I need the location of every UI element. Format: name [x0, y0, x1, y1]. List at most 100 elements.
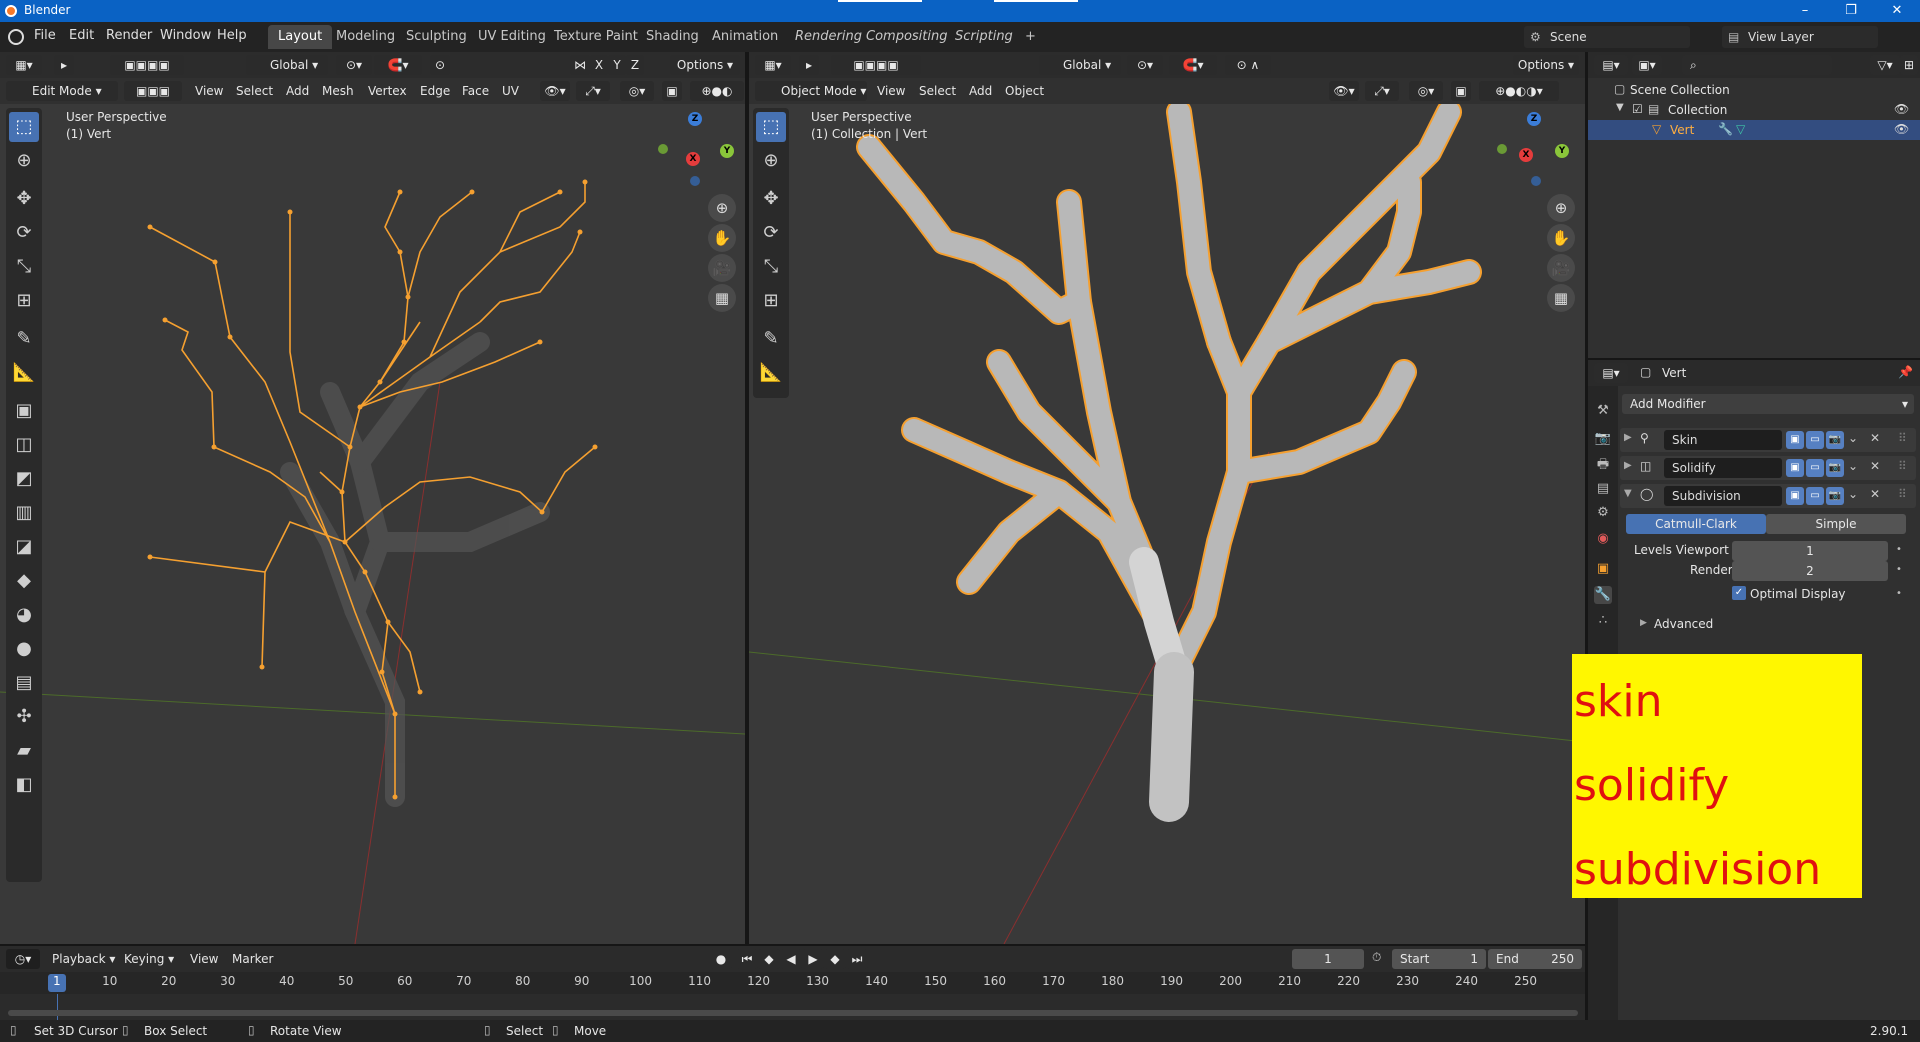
filter-icon[interactable]: ▽▾	[1870, 55, 1900, 75]
modifier-name-field[interactable]: Subdivision	[1664, 486, 1782, 506]
menu-vertex[interactable]: Vertex	[368, 84, 407, 98]
menu-view[interactable]: View	[877, 84, 905, 98]
axis-y-toggle[interactable]: Y	[608, 55, 626, 75]
editor-type-button[interactable]: ◷▾	[6, 949, 40, 969]
knife-tool-icon[interactable]: ◪	[9, 532, 39, 562]
menu-file[interactable]: File	[34, 28, 56, 43]
edit-mode-toggle-icon[interactable]: ▣	[1786, 487, 1804, 505]
tab-uv-editing[interactable]: UV Editing	[468, 25, 556, 49]
mesh-data-icon[interactable]: ▽	[1736, 122, 1745, 136]
scale-tool-icon[interactable]: ⤡	[9, 252, 39, 282]
move-tool-icon[interactable]: ✥	[756, 184, 786, 214]
menu-select[interactable]: Select	[919, 84, 956, 98]
maximize-button[interactable]: ❐	[1828, 0, 1874, 22]
left-3d-viewport[interactable]: ▦▾ ▸ ▣▣▣▣ Global ▾ ⊙▾ 🧲▾ ⊙ ⋈ X Y Z Optio…	[0, 52, 745, 944]
menu-object[interactable]: Object	[1005, 84, 1044, 98]
overlay-toggle-icon[interactable]: ◎▾	[1409, 81, 1443, 101]
eye-icon[interactable]: 👁	[1894, 102, 1909, 116]
dropdown-icon[interactable]: ⌄	[1848, 459, 1858, 473]
gizmo-toggle-icon[interactable]: ⤢▾	[576, 81, 610, 101]
keyframe-dot-icon[interactable]: •	[1896, 588, 1902, 599]
menu-edit[interactable]: Edit	[69, 28, 94, 43]
viewport-toggle-icon[interactable]: ▭	[1806, 487, 1824, 505]
world-tab-icon[interactable]: ◉	[1594, 530, 1612, 548]
edit-mode-toggle-icon[interactable]: ▣	[1786, 431, 1804, 449]
new-collection-icon[interactable]: ⊞	[1900, 55, 1918, 75]
gizmo-neg-z[interactable]	[1531, 176, 1541, 186]
advanced-subpanel-header[interactable]: Advanced	[1654, 617, 1713, 631]
rotate-tool-icon[interactable]: ⟳	[9, 218, 39, 248]
mode-dropdown[interactable]: Edit Mode ▾	[6, 81, 118, 101]
menu-view[interactable]: View	[195, 84, 223, 98]
add-modifier-dropdown[interactable]: Add Modifier ▾	[1622, 394, 1914, 414]
scene-tab-icon[interactable]: ⚙	[1594, 504, 1612, 522]
options-dropdown[interactable]: Options ▾	[670, 55, 740, 75]
menu-uv[interactable]: UV	[502, 84, 519, 98]
optimal-display-checkbox[interactable]: ✓	[1732, 586, 1746, 600]
display-mode-button[interactable]: ▣▾	[1632, 55, 1662, 75]
shrink-fatten-tool-icon[interactable]: ✣	[9, 702, 39, 732]
measure-tool-icon[interactable]: 📐	[756, 358, 786, 388]
outliner-row-vert[interactable]: ▽ Vert 🔧 ▽ 👁	[1588, 120, 1920, 140]
perspective-grid-icon[interactable]: ▦	[1547, 284, 1575, 312]
gizmo-neg-y[interactable]	[1497, 144, 1507, 154]
smooth-tool-icon[interactable]: ●	[9, 634, 39, 664]
keyframe-dot-icon[interactable]: •	[1896, 564, 1902, 575]
rotate-tool-icon[interactable]: ⟳	[756, 218, 786, 248]
levels-viewport-field[interactable]: 1	[1732, 541, 1888, 561]
dropdown-icon[interactable]: ⌄	[1848, 487, 1858, 501]
menu-add[interactable]: Add	[286, 84, 309, 98]
menu-edge[interactable]: Edge	[420, 84, 450, 98]
xray-toggle-icon[interactable]: ▣	[1451, 81, 1471, 101]
gizmo-toggle-icon[interactable]: ⤢▾	[1365, 81, 1399, 101]
jump-start-icon[interactable]: ⏮	[736, 949, 758, 969]
axis-x-toggle[interactable]: X	[590, 55, 608, 75]
pan-hand-icon[interactable]: ✋	[708, 224, 736, 252]
editor-type-button[interactable]: ▦▾	[755, 55, 791, 75]
gizmo-neg-y[interactable]	[658, 144, 668, 154]
gizmo-x-axis[interactable]: X	[686, 152, 700, 166]
menu-face[interactable]: Face	[462, 84, 489, 98]
transform-tool-icon[interactable]: ⊞	[756, 286, 786, 316]
xray-toggle-icon[interactable]: ▣	[662, 81, 682, 101]
right-viewport-canvas[interactable]	[749, 52, 1585, 944]
end-frame-field[interactable]: End 250	[1488, 949, 1582, 969]
visibility-icon[interactable]: 👁▾	[1329, 81, 1359, 101]
mode-dropdown[interactable]: Object Mode ▾	[755, 81, 867, 101]
modifier-tab-icon[interactable]: 🔧	[1594, 586, 1612, 604]
scene-selector[interactable]: ⚙ Scene	[1524, 26, 1690, 48]
modifier-name-field[interactable]: Solidify	[1664, 458, 1782, 478]
camera-icon[interactable]: 🎥	[708, 254, 736, 282]
outliner-row-scene-collection[interactable]: ▢ Scene Collection	[1588, 80, 1920, 100]
tool-tab-icon[interactable]: ⚒	[1594, 402, 1612, 420]
editor-type-button[interactable]: ▤▾	[1594, 363, 1628, 383]
remove-modifier-icon[interactable]: ✕	[1870, 459, 1880, 473]
gizmo-x-axis[interactable]: X	[1519, 148, 1533, 162]
proportional-edit-icon[interactable]: ⊙ ∧	[1225, 55, 1271, 75]
dropdown-icon[interactable]: ⌄	[1848, 431, 1858, 445]
extrude-tool-icon[interactable]: ▣	[9, 396, 39, 426]
axis-z-toggle[interactable]: Z	[626, 55, 644, 75]
play-reverse-icon[interactable]: ◀	[780, 949, 802, 969]
edit-mode-toggle-icon[interactable]: ▣	[1786, 459, 1804, 477]
select-mode-buttons[interactable]: ▣▣▣▣	[831, 55, 921, 75]
timeline-scrollbar[interactable]	[8, 1010, 1578, 1016]
render-toggle-icon[interactable]: 📷	[1826, 487, 1844, 505]
drag-handle-icon[interactable]: ⠿	[1898, 431, 1907, 445]
cursor-tool-icon[interactable]: ⊕	[9, 146, 39, 176]
shading-mode-icons[interactable]: ⊕●◐◑▾	[1479, 81, 1559, 101]
outliner-row-collection[interactable]: ▼ ☑ ▤ Collection 👁	[1588, 100, 1920, 120]
render-toggle-icon[interactable]: 📷	[1826, 459, 1844, 477]
render-levels-field[interactable]: 2	[1732, 561, 1888, 581]
camera-icon[interactable]: 🎥	[1547, 254, 1575, 282]
proportional-edit-icon[interactable]: ⊙	[430, 55, 450, 75]
expand-arrow-icon[interactable]: ▶	[1624, 432, 1632, 443]
tab-scripting[interactable]: Scripting	[945, 25, 1023, 49]
select-tool-icon[interactable]: ▸	[799, 55, 819, 75]
tab-sculpting[interactable]: Sculpting	[396, 25, 477, 49]
mirror-icon[interactable]: ⋈	[570, 55, 590, 75]
drag-handle-icon[interactable]: ⠿	[1898, 459, 1907, 473]
start-frame-field[interactable]: Start 1	[1392, 949, 1486, 969]
current-frame-field[interactable]: 1	[1292, 949, 1364, 969]
zoom-icon[interactable]: ⊕	[1547, 194, 1575, 222]
